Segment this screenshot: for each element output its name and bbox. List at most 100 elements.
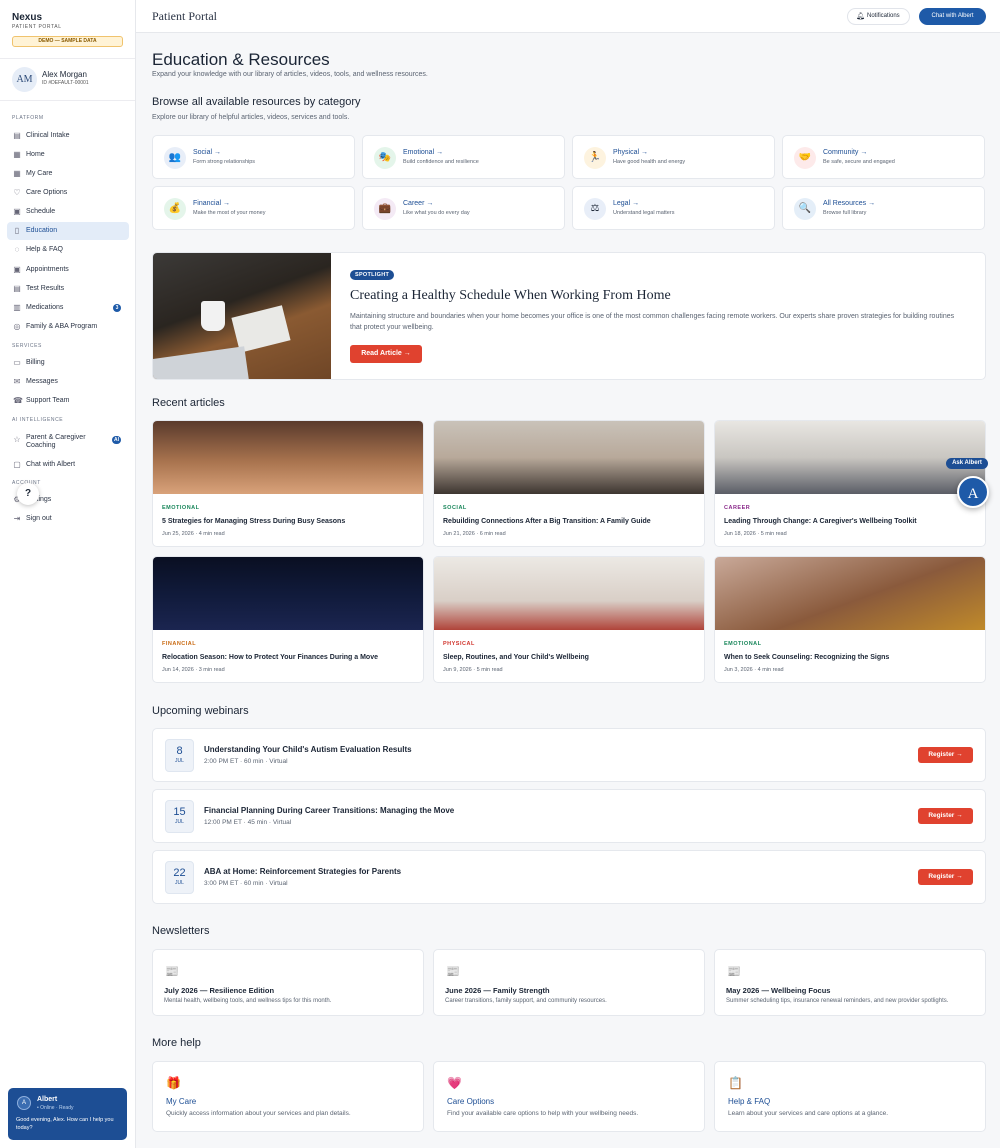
spotlight-description: Maintaining structure and boundaries whe… (350, 313, 955, 331)
date-badge: 15 JUL (165, 800, 194, 833)
article-card[interactable]: SOCIAL Rebuilding Connections After a Big… (433, 420, 705, 547)
sidebar-item-appointments[interactable]: ▣ Appointments (7, 261, 129, 279)
help-card-desc: Quickly access information about your se… (166, 1110, 351, 1117)
date-day: 22 (173, 867, 186, 879)
notifications-label: Notifications (867, 13, 900, 19)
category-card[interactable]: 🏃 Physical → Have good health and energy (572, 135, 775, 179)
help-card[interactable]: 🎁 My Care Quickly access information about… (152, 1061, 424, 1132)
category-card[interactable]: ⚖ Legal → Understand legal matters (572, 186, 775, 230)
heart-icon: ♡ (13, 188, 21, 197)
sidebar-item-parent-caregiver-coaching[interactable]: ☆ Parent & Caregiver Coaching AI (7, 431, 129, 455)
sidebar-item-label: Chat with Albert (26, 461, 76, 468)
sidebar-item-label: Support Team (26, 397, 70, 404)
category-label: Legal → (613, 200, 640, 207)
category-card[interactable]: 💼 Career → Like what you do every day (362, 186, 565, 230)
sidebar-item-badge: AI (112, 436, 121, 444)
article-title: Leading Through Change: A Caregiver's We… (724, 518, 917, 525)
date-badge: 8 JUL (165, 739, 194, 772)
user-profile[interactable]: AM Alex Morgan ID #DEFAULT-00001 (12, 67, 124, 93)
help-fab-button[interactable]: ? (17, 483, 39, 505)
recent-articles-heading: Recent articles (152, 397, 225, 409)
article-card[interactable]: EMOTIONAL 5 Strategies for Managing Stres… (152, 420, 424, 547)
date-month: JUL (175, 758, 184, 764)
sidebar-item-messages[interactable]: ✉ Messages (7, 373, 129, 391)
sidebar-item-sign-out[interactable]: ⇥ Sign out (7, 510, 129, 528)
handshake-icon: 🤝 (794, 147, 816, 169)
spotlight-title[interactable]: Creating a Healthy Schedule When Working… (350, 288, 671, 304)
sidebar-item-medications[interactable]: ▥ Medications 3 (7, 299, 129, 317)
help-card[interactable]: 📋 Help & FAQ Learn about your services and… (714, 1061, 986, 1132)
sidebar-item-education[interactable]: ▯ Education (7, 222, 129, 240)
demo-badge: DEMO — SAMPLE DATA (12, 36, 123, 47)
webinar-card: 8 JUL Understanding Your Child's Autism Ev… (152, 728, 986, 782)
sidebar-item-billing[interactable]: ▭ Billing (7, 354, 129, 372)
divider (0, 58, 135, 59)
notifications-button[interactable]: 🔔︎ Notifications (847, 8, 910, 25)
sidebar-item-help-faq[interactable]: ◌ Help & FAQ (7, 241, 129, 259)
category-label: All Resources → (823, 200, 876, 207)
category-desc: Make the most of your money (193, 210, 266, 216)
sidebar-item-label: Clinical Intake (26, 132, 70, 139)
article-title: Rebuilding Connections After a Big Trans… (443, 518, 651, 525)
section-label-ai: AI INTELLIGENCE (12, 417, 64, 423)
article-meta: Jun 21, 2026 · 6 min read (443, 531, 506, 537)
register-button[interactable]: Register → (918, 869, 973, 885)
sidebar-item-test-results[interactable]: ▤ Test Results (7, 280, 129, 298)
sidebar-item-family-aba-program[interactable]: ◎ Family & ABA Program (7, 318, 129, 336)
sidebar-item-schedule[interactable]: ▣ Schedule (7, 203, 129, 221)
document-icon: ▤ (13, 284, 21, 293)
help-card-desc: Find your available care options to help… (447, 1110, 639, 1117)
ask-albert-fab[interactable]: A (957, 476, 989, 508)
sidebar-item-label: Help & FAQ (26, 246, 63, 253)
date-month: JUL (175, 819, 184, 825)
section-label-services: SERVICES (12, 343, 42, 349)
user-id: ID #DEFAULT-00001 (42, 80, 89, 86)
category-label: Physical → (613, 149, 649, 156)
albert-avatar: A (17, 1096, 31, 1110)
article-card[interactable]: CAREER Leading Through Change: A Caregive… (714, 420, 986, 547)
sidebar-item-support-team[interactable]: ☎ Support Team (7, 392, 129, 410)
sidebar-item-label: Billing (26, 359, 45, 366)
brand-name: Nexus (12, 12, 43, 23)
article-image (153, 557, 423, 630)
sidebar-item-label: Family & ABA Program (26, 323, 98, 330)
sidebar-item-chat-with-albert[interactable]: ▢ Chat with Albert (7, 456, 129, 474)
register-button[interactable]: Register → (918, 747, 973, 763)
sidebar-item-my-care[interactable]: ▦ My Care (7, 165, 129, 183)
register-button[interactable]: Register → (918, 808, 973, 824)
category-card[interactable]: 🤝 Community → Be safe, secure and engaged (782, 135, 985, 179)
webinar-meta: 2:00 PM ET · 60 min · Virtual (204, 758, 288, 765)
emotional-icon: 🎭 (374, 147, 396, 169)
newsletter-title: July 2026 — Resilience Edition (164, 986, 275, 995)
sidebar-item-label: Medications (26, 304, 64, 311)
albert-status: • Online · Ready (37, 1105, 74, 1111)
category-card[interactable]: 🔍 All Resources → Browse full library (782, 186, 985, 230)
help-card[interactable]: 💗 Care Options Find your available care op… (433, 1061, 705, 1132)
help-card-title: Help & FAQ (728, 1097, 771, 1106)
ask-albert-badge[interactable]: Ask Albert (946, 458, 988, 469)
read-article-button[interactable]: Read Article → (350, 345, 422, 363)
category-card[interactable]: 🎭 Emotional → Build confidence and resilie… (362, 135, 565, 179)
sidebar-item-clinical-intake[interactable]: ▤ Clinical Intake (7, 127, 129, 145)
gift-icon: 🎁 (166, 1076, 181, 1090)
category-card[interactable]: 👥 Social → Form strong relationships (152, 135, 355, 179)
article-card[interactable]: FINANCIAL Relocation Season: How to Prote… (152, 556, 424, 683)
section-label-platform: PLATFORM (12, 115, 44, 121)
newsletter-card[interactable]: 📰 June 2026 — Family Strength Career trans… (433, 949, 705, 1016)
newsletter-card[interactable]: 📰 May 2026 — Wellbeing Focus Summer schedu… (714, 949, 986, 1016)
sidebar-item-care-options[interactable]: ♡ Care Options (7, 184, 129, 202)
article-image (434, 557, 704, 630)
moneybag-icon: 💰 (164, 198, 186, 220)
newsletter-card[interactable]: 📰 July 2026 — Resilience Edition Mental he… (152, 949, 424, 1016)
article-title: 5 Strategies for Managing Stress During … (162, 518, 346, 525)
article-card[interactable]: EMOTIONAL When to Seek Counseling: Recogn… (714, 556, 986, 683)
newsletter-title: May 2026 — Wellbeing Focus (726, 986, 831, 995)
sidebar-item-home[interactable]: ▦ Home (7, 146, 129, 164)
albert-chat-card[interactable]: A Albert • Online · Ready Good evening, … (8, 1088, 127, 1140)
book-icon: ▯ (14, 226, 20, 235)
albert-name: Albert (37, 1096, 58, 1103)
category-card[interactable]: 💰 Financial → Make the most of your money (152, 186, 355, 230)
chat-with-albert-button[interactable]: Chat with Albert (919, 8, 986, 25)
date-day: 15 (173, 806, 186, 818)
article-card[interactable]: PHYSICAL Sleep, Routines, and Your Child'… (433, 556, 705, 683)
